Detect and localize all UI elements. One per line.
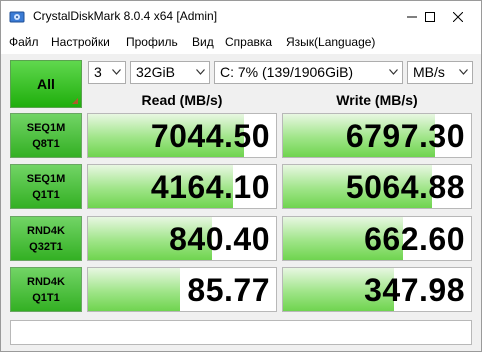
write-column-header: Write (MB/s) [336,92,418,108]
test-row-button[interactable]: SEQ1M Q1T1 [10,164,82,209]
write-value: 6797.30 [345,118,465,154]
chevron-down-icon [112,69,121,75]
test-row-button[interactable]: RND4K Q32T1 [10,216,82,261]
close-icon [453,11,463,22]
read-result: 840.40 [87,216,277,261]
test-row-button[interactable]: SEQ1M Q8T1 [10,113,82,158]
read-value: 840.40 [169,221,270,257]
test-queue: Q1T1 [32,189,60,201]
unit-value: MB/s [413,64,445,80]
main-panel: All 3 32GiB C: 7% (139/1906GiB) MB/s Rea… [1,54,481,351]
test-queue: Q32T1 [29,241,63,253]
close-button[interactable] [435,1,481,32]
read-progress-fill [88,268,181,311]
test-queue: Q1T1 [32,292,60,304]
app-window: CrystalDiskMark 8.0.4 x64 [Admin] Файл Н… [0,0,482,352]
app-disk-icon [9,11,25,23]
menu-bar: Файл Настройки Профиль Вид Справка Язык(… [1,32,481,54]
test-size-value: 32GiB [136,64,175,80]
drive-select[interactable]: C: 7% (139/1906GiB) [214,61,403,84]
menu-view[interactable]: Вид [192,35,214,49]
window-title: CrystalDiskMark 8.0.4 x64 [Admin] [33,9,218,23]
test-name: SEQ1M [26,122,66,134]
run-all-label: All [37,76,55,92]
unit-select[interactable]: MB/s [407,61,473,84]
write-value: 662.60 [364,221,465,257]
title-bar[interactable]: CrystalDiskMark 8.0.4 x64 [Admin] [1,1,481,32]
menu-settings[interactable]: Настройки [51,35,110,49]
read-value: 85.77 [187,272,270,308]
read-value: 4164.10 [150,169,270,205]
test-name: RND4K [27,225,65,237]
read-column-header: Read (MB/s) [141,92,223,108]
test-count-value: 3 [94,64,102,80]
test-queue: Q8T1 [32,138,60,150]
write-result: 662.60 [282,216,472,261]
drive-value: C: 7% (139/1906GiB) [220,64,354,80]
write-result: 5064.88 [282,164,472,209]
write-value: 5064.88 [345,169,465,205]
write-value: 347.98 [364,272,465,308]
maximize-icon [425,11,435,22]
chevron-down-icon [459,69,468,75]
menu-profile[interactable]: Профиль [126,35,178,49]
write-result: 347.98 [282,267,472,312]
test-count-select[interactable]: 3 [88,61,126,84]
test-name: RND4K [27,276,65,288]
corner-marker-icon [72,98,78,104]
test-name: SEQ1M [26,173,66,185]
test-size-select[interactable]: 32GiB [130,61,210,84]
read-result: 4164.10 [87,164,277,209]
comment-input[interactable] [10,320,472,345]
read-result: 7044.50 [87,113,277,158]
chevron-down-icon [389,69,398,75]
menu-help[interactable]: Справка [225,35,272,49]
read-result: 85.77 [87,267,277,312]
chevron-down-icon [196,69,205,75]
menu-file[interactable]: Файл [9,35,39,49]
test-row-button[interactable]: RND4K Q1T1 [10,267,82,312]
read-value: 7044.50 [150,118,270,154]
menu-language[interactable]: Язык(Language) [286,35,375,49]
run-all-button[interactable]: All [10,60,82,108]
write-result: 6797.30 [282,113,472,158]
